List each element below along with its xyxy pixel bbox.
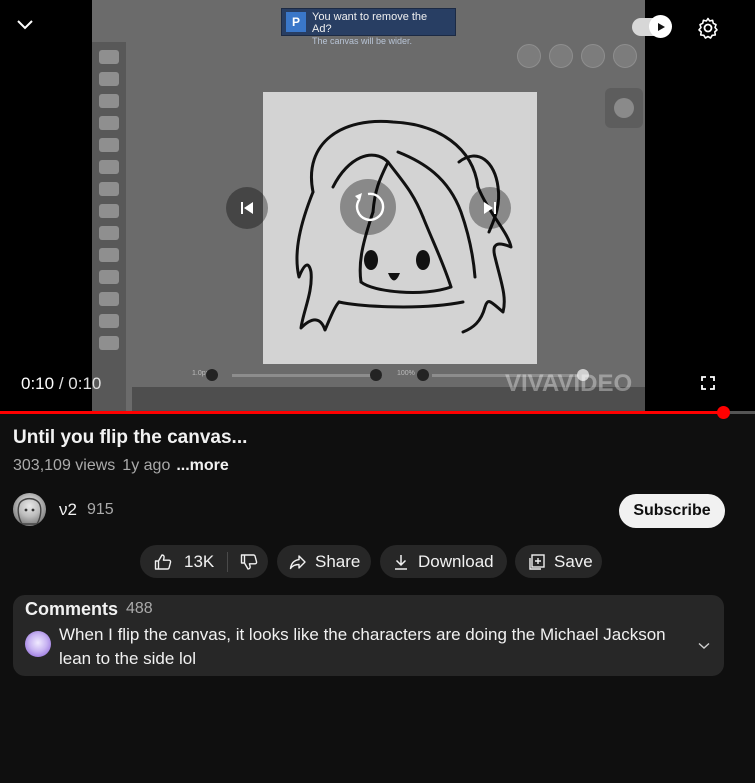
time-separator: /: [54, 374, 69, 393]
time-display: 0:10 / 0:10: [21, 374, 101, 394]
channel-name[interactable]: ν2: [59, 500, 77, 520]
replay-icon[interactable]: [340, 179, 396, 235]
more-link[interactable]: ...more: [176, 457, 228, 474]
like-dislike-pill: 13K: [140, 545, 268, 578]
save-button[interactable]: Save: [515, 545, 602, 578]
save-label: Save: [554, 551, 593, 571]
thumbs-down-icon: [240, 553, 258, 571]
top-comment-text: When I flip the canvas, it looks like th…: [59, 625, 666, 668]
dislike-button[interactable]: [240, 553, 258, 571]
commenter-avatar: [25, 631, 51, 657]
download-icon: [392, 553, 410, 571]
settings-gear-icon[interactable]: [695, 15, 721, 41]
watermark: VIVAVIDEO: [505, 370, 633, 397]
chevron-down-icon[interactable]: [14, 14, 36, 36]
like-divider: [227, 551, 229, 572]
current-time: 0:10: [21, 374, 55, 393]
like-count: 13K: [184, 551, 215, 571]
drawing-top-icons: [517, 44, 637, 68]
video-meta[interactable]: 303,109 views 1y ago ...more: [13, 457, 229, 475]
fullscreen-icon[interactable]: [697, 372, 719, 394]
share-button[interactable]: Share: [277, 545, 371, 578]
share-icon: [289, 553, 307, 571]
ad-line2: The canvas will be wider.: [312, 36, 413, 46]
subscribe-button[interactable]: Subscribe: [619, 494, 725, 528]
download-button[interactable]: Download: [380, 545, 507, 578]
video-player[interactable]: P You want to remove the Ad? The canvas …: [0, 0, 755, 413]
expand-chevron-icon[interactable]: [698, 637, 710, 655]
like-button[interactable]: 13K: [154, 552, 214, 572]
download-label: Download: [418, 551, 494, 571]
comments-count: 488: [126, 600, 153, 617]
subscriber-count: 915: [87, 501, 114, 518]
skip-previous-icon[interactable]: [226, 187, 268, 229]
drawing-toolbar: [92, 42, 126, 413]
progress-bar[interactable]: [0, 406, 755, 419]
share-label: Share: [315, 551, 361, 571]
video-ad-banner: P You want to remove the Ad? The canvas …: [281, 8, 456, 46]
color-picker-icon: [605, 88, 643, 128]
ad-line1: You want to remove the Ad?: [312, 11, 428, 35]
view-count: 303,109 views: [13, 457, 116, 474]
comments-heading: Comments: [25, 599, 119, 619]
ad-logo-icon: P: [286, 12, 306, 32]
scrubber-handle[interactable]: [716, 406, 730, 419]
progress-fill: [0, 411, 723, 414]
autoplay-toggle-icon: [649, 15, 672, 38]
upload-age: 1y ago: [122, 457, 171, 474]
channel-avatar[interactable]: [13, 493, 46, 526]
video-title: Until you flip the canvas...: [13, 427, 248, 448]
thumbs-up-icon: [154, 553, 172, 571]
autoplay-toggle[interactable]: [632, 15, 672, 38]
comments-panel[interactable]: Comments 488 When I flip the canvas, it …: [13, 595, 724, 676]
duration: 0:10: [68, 374, 102, 393]
save-playlist-icon: [528, 553, 546, 571]
skip-next-icon[interactable]: [469, 187, 511, 229]
